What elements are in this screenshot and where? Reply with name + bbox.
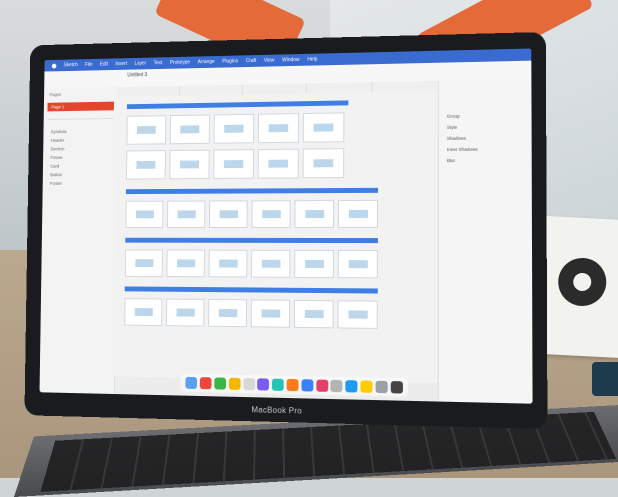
macbook-pro-label: MacBook Pro	[251, 405, 303, 416]
dock-app-icon[interactable]	[345, 380, 358, 393]
dock-app-icon[interactable]	[315, 379, 328, 392]
layer-item[interactable]: Footer	[43, 179, 117, 188]
artboard-thumbnail[interactable]	[169, 114, 210, 145]
artboard-thumbnail[interactable]	[302, 112, 345, 143]
dock-app-icon[interactable]	[286, 378, 299, 392]
artboard-thumbnail[interactable]	[337, 199, 379, 228]
artboard-thumbnail[interactable]	[213, 113, 255, 144]
dock-app-icon[interactable]	[301, 379, 314, 392]
design-canvas[interactable]	[114, 90, 439, 384]
dock-app-icon[interactable]	[272, 378, 284, 391]
menu-help[interactable]: Help	[307, 57, 317, 63]
dock-app-icon[interactable]	[228, 377, 241, 390]
menu-layer[interactable]: Layer	[134, 61, 146, 67]
menu-window[interactable]: Window	[282, 57, 299, 63]
artboard-thumbnail[interactable]	[257, 113, 300, 144]
menu-arrange[interactable]: Arrange	[198, 59, 215, 65]
section-header-bar	[125, 187, 379, 195]
inspector-row[interactable]: Inner Shadows	[439, 143, 532, 155]
menu-craft[interactable]: Craft	[246, 58, 257, 64]
artboard-thumbnail[interactable]	[337, 250, 378, 279]
menu-text[interactable]: Text	[154, 60, 163, 66]
artboard-thumbnail[interactable]	[125, 200, 164, 229]
dock-app-icon[interactable]	[257, 378, 270, 391]
laptop: Sketch File Edit Insert Layer Text Proto…	[0, 0, 618, 497]
page-item-active[interactable]: Page 1	[47, 101, 114, 112]
artboard-thumbnail[interactable]	[208, 298, 248, 328]
artboard-thumbnail[interactable]	[124, 298, 163, 327]
artboard-thumbnail[interactable]	[166, 200, 206, 229]
laptop-screen: Sketch File Edit Insert Layer Text Proto…	[39, 48, 533, 404]
pages-header: Pages	[49, 92, 62, 98]
artboard-thumbnail[interactable]	[294, 200, 335, 229]
artboard-thumbnail[interactable]	[126, 150, 166, 180]
dock-app-icon[interactable]	[390, 381, 403, 394]
dock-app-icon[interactable]	[199, 377, 212, 390]
menu-plugins[interactable]: Plugins	[222, 58, 238, 64]
artboard-thumbnail[interactable]	[251, 200, 291, 229]
inspector-panel: Group Style Shadows Inner Shadows Blur	[437, 78, 533, 404]
menu-prototype[interactable]: Prototype	[170, 60, 190, 66]
section-header-bar	[126, 100, 349, 110]
artboard-thumbnail[interactable]	[293, 299, 334, 329]
artboard-thumbnail[interactable]	[126, 115, 167, 145]
artboard-thumbnail[interactable]	[124, 249, 163, 277]
laptop-bezel: Sketch File Edit Insert Layer Text Proto…	[24, 31, 548, 430]
artboard-thumbnail[interactable]	[257, 148, 299, 179]
app-name[interactable]: Sketch	[64, 62, 78, 68]
artboard-thumbnail[interactable]	[302, 148, 345, 179]
menu-file[interactable]: File	[85, 62, 93, 68]
artboard-thumbnail[interactable]	[166, 249, 205, 278]
section-header-bar	[124, 286, 378, 294]
artboard-thumbnail[interactable]	[213, 149, 254, 179]
artboard-thumbnail[interactable]	[165, 298, 205, 327]
menu-edit[interactable]: Edit	[100, 62, 108, 68]
artboard-thumbnail[interactable]	[250, 299, 291, 328]
artboard-thumbnail[interactable]	[169, 149, 210, 180]
dock-app-icon[interactable]	[360, 380, 373, 393]
dock-app-icon[interactable]	[375, 380, 388, 394]
section-header-bar	[125, 237, 378, 244]
sidebar-divider	[47, 117, 114, 120]
dock-app-icon[interactable]	[185, 376, 198, 389]
artboard-thumbnail[interactable]	[208, 200, 248, 229]
macos-dock	[180, 373, 409, 397]
layers-sidebar: Pages Page 1 Symbols Header Section Fram…	[39, 87, 119, 395]
artboard-thumbnail[interactable]	[208, 249, 248, 278]
artboard-thumbnail[interactable]	[251, 249, 291, 278]
artboard-thumbnail[interactable]	[337, 300, 378, 329]
menu-view[interactable]: View	[264, 58, 274, 64]
artboard-thumbnail[interactable]	[294, 249, 334, 279]
dock-app-icon[interactable]	[243, 378, 255, 391]
document-title: Untitled 3	[127, 72, 148, 79]
apple-icon[interactable]	[51, 63, 57, 69]
inspector-row[interactable]: Blur	[439, 154, 532, 166]
menu-insert[interactable]: Insert	[115, 61, 127, 67]
dock-app-icon[interactable]	[330, 379, 343, 393]
dock-app-icon[interactable]	[214, 377, 227, 390]
